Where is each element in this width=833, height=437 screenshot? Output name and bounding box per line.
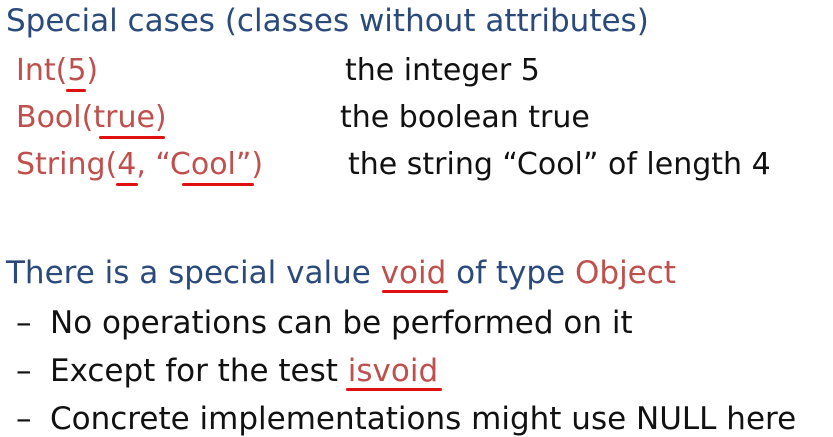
code-prefix: Int( [16,53,68,88]
bullet-dash: – [16,401,32,437]
slide-title: Special cases (classes without attribute… [6,3,649,39]
code-prefix: Bool( [16,100,94,135]
bullet-dash: – [16,353,32,389]
code-arg: 4 [117,147,137,182]
bullet-text: No operations can be performed on it [50,305,633,341]
bullet-item: – Concrete implementations might use NULL… [16,404,796,435]
annotation-underline [99,136,165,139]
void-middle: of type [446,255,575,291]
bullet-item: – No operations can be performed on it [16,308,633,339]
code-suffix: ”) [235,147,264,182]
bullet-dash: – [16,305,32,341]
bullet-text: Concrete implementations might use NULL … [50,401,797,437]
void-type: Object [574,255,676,291]
code-arg2: Cool [169,147,236,182]
annotation-underline [66,89,86,92]
annotation-underline [346,388,442,391]
slide: Special cases (classes without attribute… [0,0,833,435]
bullet-item: – Except for the test isvoid [16,356,438,387]
example-bool-code: Bool(true) [16,103,167,133]
code-sep: , “ [136,147,170,182]
code-suffix: ) [154,100,167,135]
annotation-underline [116,183,138,186]
annotation-underline [182,183,254,186]
example-int-code: Int(5) [16,56,98,86]
example-int-description: the integer 5 [345,53,540,88]
example-string-code: String(4, “Cool”) [16,150,263,180]
code-prefix: String( [16,147,118,182]
void-prefix: There is a special value [6,255,381,291]
annotation-underline [382,290,448,293]
void-statement: There is a special value void of type Ob… [6,258,676,289]
code-arg: 5 [67,53,87,88]
code-suffix: ) [86,53,99,88]
bullet-text: Except for the test [50,353,348,389]
example-string-description: the string “Cool” of length 4 [348,147,771,182]
void-keyword: void [380,255,447,291]
isvoid-keyword: isvoid [347,353,439,389]
example-bool-description: the boolean true [340,100,590,135]
code-arg: true [93,100,155,135]
